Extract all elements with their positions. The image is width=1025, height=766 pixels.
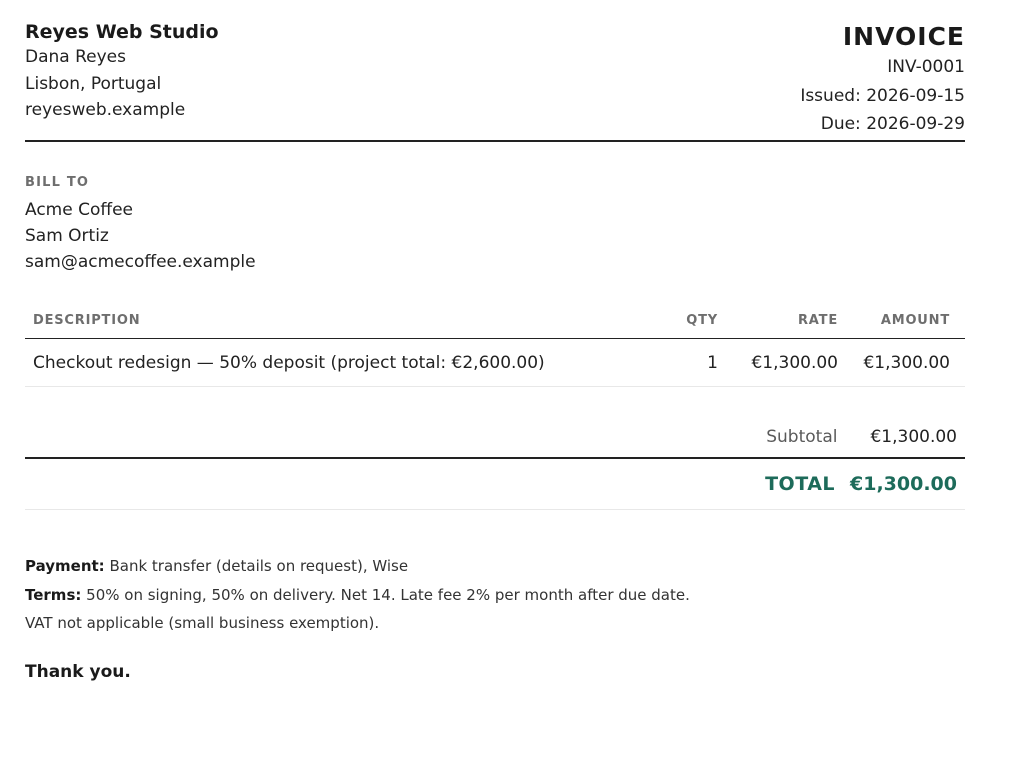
- totals-block: Subtotal €1,300.00 TOTAL €1,300.00: [25, 417, 965, 510]
- header-qty: QTY: [686, 312, 718, 328]
- subtotal-row: Subtotal €1,300.00: [25, 417, 965, 459]
- invoice-issued-date: Issued: 2026-09-15: [800, 85, 965, 106]
- line-items-table: DESCRIPTION QTY RATE AMOUNT Checkout red…: [25, 302, 965, 387]
- row-qty: 1: [707, 352, 718, 373]
- subtotal-label: Subtotal: [766, 427, 838, 447]
- table-row: Checkout redesign — 50% deposit (project…: [25, 339, 965, 387]
- total-value: €1,300.00: [850, 473, 957, 495]
- bill-to-contact: Sam Ortiz: [25, 226, 109, 246]
- terms-label: Terms:: [25, 585, 82, 604]
- bill-to-company: Acme Coffee: [25, 200, 134, 220]
- payment-text: Bank transfer (details on request), Wise: [109, 557, 409, 575]
- sender-location: Lisbon, Portugal: [25, 73, 162, 94]
- header-description: DESCRIPTION: [33, 312, 141, 328]
- sender-website[interactable]: reyesweb.example: [25, 97, 219, 124]
- vat-note: VAT not applicable (small business exemp…: [25, 614, 380, 632]
- payment-note: Payment: Bank transfer (details on reque…: [25, 552, 965, 581]
- sender-name: Dana Reyes: [25, 47, 126, 67]
- sender-block: Reyes Web Studio Dana Reyes Lisbon, Port…: [25, 20, 219, 124]
- table-header: DESCRIPTION QTY RATE AMOUNT: [25, 302, 965, 339]
- payment-label: Payment:: [25, 557, 105, 575]
- terms-text: 50% on signing, 50% on delivery. Net 14.…: [86, 585, 690, 604]
- invoice-due-date: Due: 2026-09-29: [820, 114, 965, 134]
- terms-note: Terms: 50% on signing, 50% on delivery. …: [25, 581, 965, 610]
- row-rate: €1,300.00: [751, 352, 838, 373]
- bill-to-label: BILL TO: [25, 175, 90, 190]
- total-row: TOTAL €1,300.00: [25, 459, 965, 510]
- invoice-title: INVOICE: [842, 22, 965, 51]
- row-amount: €1,300.00: [863, 352, 950, 373]
- bill-to-block: BILL TO Acme Coffee Sam Ortiz sam@acmeco…: [25, 142, 965, 277]
- row-description: Checkout redesign — 50% deposit (project…: [33, 352, 545, 373]
- invoice-header: Reyes Web Studio Dana Reyes Lisbon, Port…: [25, 20, 965, 140]
- notes-block: Payment: Bank transfer (details on reque…: [25, 552, 965, 682]
- invoice-number: INV-0001: [887, 57, 965, 77]
- thank-you-note: Thank you.: [25, 661, 131, 682]
- header-amount: AMOUNT: [880, 312, 950, 328]
- subtotal-value: €1,300.00: [870, 427, 957, 447]
- total-label: TOTAL: [765, 473, 836, 495]
- invoice-page: Reyes Web Studio Dana Reyes Lisbon, Port…: [25, 0, 965, 682]
- bill-to-email[interactable]: sam@acmecoffee.example: [25, 249, 965, 275]
- header-rate: RATE: [797, 312, 838, 328]
- invoice-meta: INVOICE INV-0001 Issued: 2026-09-15 Due:…: [800, 20, 965, 139]
- sender-studio: Reyes Web Studio: [25, 21, 219, 43]
